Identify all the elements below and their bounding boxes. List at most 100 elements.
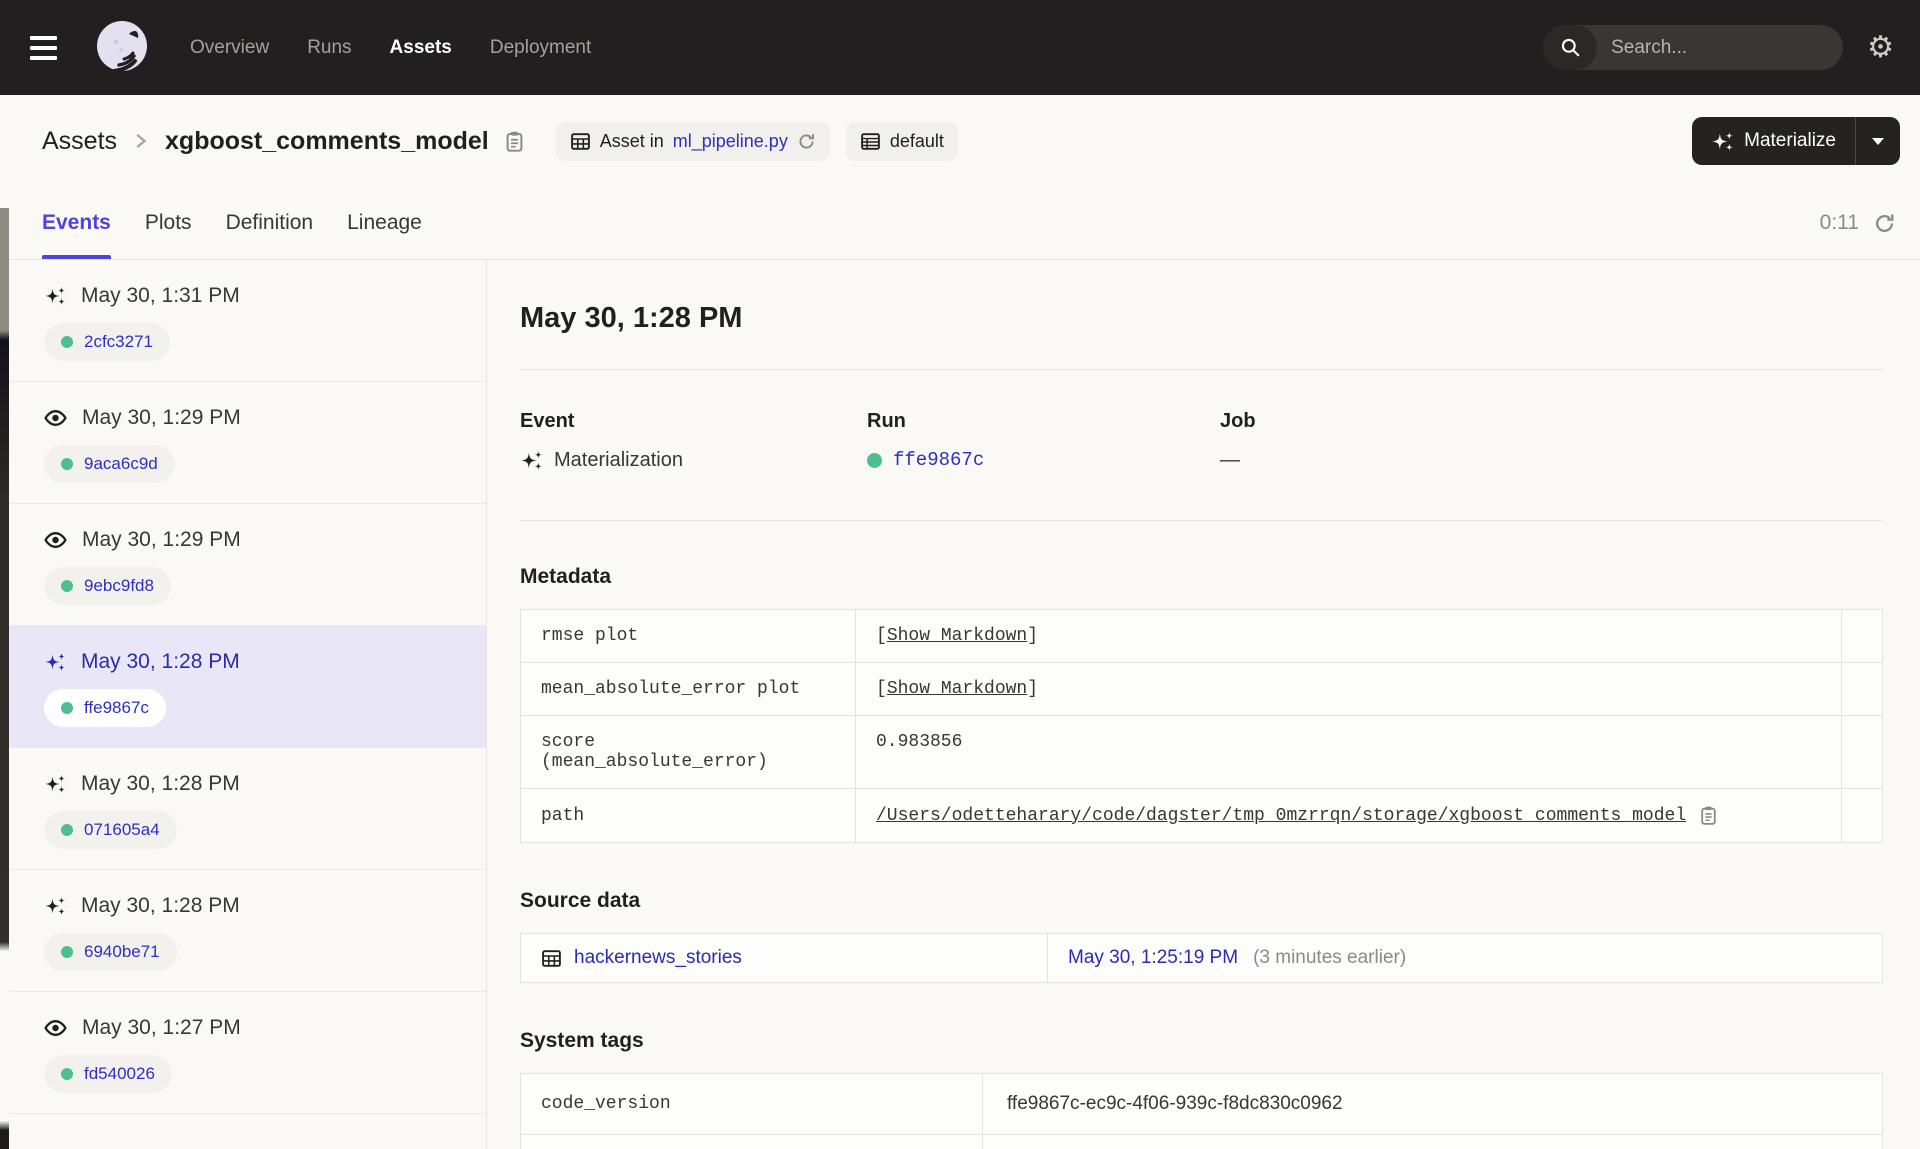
event-detail-title: May 30, 1:28 PM [520,302,743,334]
storage-path-link[interactable]: /Users/odetteharary/code/dagster/tmp_0mz… [876,806,1686,826]
event-list-item[interactable]: May 30, 1:28 PM 071605a4 [0,748,486,870]
asset-tabs-row: Events Plots Definition Lineage 0:11 [0,187,1920,260]
job-column-header: Job [1220,410,1256,432]
run-id-link[interactable]: 2cfc3271 [84,332,153,352]
run-id-pill[interactable]: 2cfc3271 [44,323,170,361]
system-tags-heading: System tags [520,1029,644,1052]
table-row: score (mean_absolute_error) 0.983856 [520,715,1883,789]
pipeline-file-link[interactable]: ml_pipeline.py [673,131,788,152]
copy-path-icon[interactable] [1698,805,1719,826]
run-id-pill[interactable]: 9ebc9fd8 [44,567,171,605]
asset-group-pill[interactable]: default [845,121,958,161]
event-timestamp: May 30, 1:31 PM [81,284,240,307]
metadata-key: mean_absolute_error plot [520,662,856,716]
event-list-item-selected[interactable]: May 30, 1:28 PM ffe9867c [0,626,486,748]
refresh-icon[interactable] [1873,212,1896,235]
run-status-dot [61,824,73,836]
event-list-item[interactable]: May 30, 1:29 PM 9aca6c9d [0,382,486,504]
tab-definition[interactable]: Definition [226,187,314,259]
run-status-dot [61,1068,73,1080]
hamburger-menu-icon[interactable] [30,28,70,68]
search-bar[interactable]: / [1543,25,1844,70]
primary-nav: Overview Runs Assets Deployment [190,37,591,59]
reload-location-icon[interactable] [797,132,816,151]
run-column-header: Run [867,410,906,432]
table-row: code_version ffe9867c-ec9c-4f06-939c-f8d… [520,1073,1883,1135]
metadata-table: rmse plot [Show Markdown] mean_absolute_… [520,609,1883,843]
settings-gear-icon[interactable]: ⚙ [1867,32,1894,63]
source-timestamp-note: (3 minutes earlier) [1253,947,1407,968]
run-id-pill[interactable]: fd540026 [44,1055,172,1093]
run-id-link[interactable]: 9ebc9fd8 [84,576,154,596]
search-icon[interactable] [1543,25,1598,70]
run-id-link[interactable]: ffe9867c [893,449,984,471]
run-id-link[interactable]: ffe9867c [84,698,149,718]
run-id-link[interactable]: 6940be71 [84,942,160,962]
run-id-link[interactable]: 9aca6c9d [84,454,158,474]
chevron-down-icon [1872,137,1884,145]
event-list-item[interactable]: May 30, 1:29 PM 9ebc9fd8 [0,504,486,626]
system-tags-table: code_version ffe9867c-ec9c-4f06-939c-f8d… [520,1073,1883,1149]
show-markdown-link[interactable]: [Show Markdown] [876,679,1038,699]
run-id-pill[interactable]: 6940be71 [44,933,177,971]
asset-table-icon [541,948,562,969]
source-asset-link[interactable]: hackernews_stories [574,947,742,969]
run-id-pill[interactable]: 071605a4 [44,811,177,849]
metadata-heading: Metadata [520,565,612,588]
materialize-dropdown-button[interactable] [1856,117,1900,165]
breadcrumb-assets-link[interactable]: Assets [42,127,117,156]
event-timestamp: May 30, 1:29 PM [82,528,241,551]
run-id-link[interactable]: 071605a4 [84,820,160,840]
table-row: path /Users/odetteharary/code/dagster/tm… [520,788,1883,843]
materialize-button[interactable]: Materialize [1692,117,1855,165]
run-id-link[interactable]: fd540026 [84,1064,155,1084]
run-status-dot [61,336,73,348]
observation-icon [44,530,67,550]
tab-plots[interactable]: Plots [145,187,192,259]
dagster-logo[interactable] [92,18,152,78]
tab-events[interactable]: Events [42,187,111,259]
score-value: 0.983856 [876,732,963,752]
metadata-key: path [520,788,856,843]
event-timestamp: May 30, 1:28 PM [81,772,240,795]
nav-item-overview[interactable]: Overview [190,37,269,59]
event-type-value: Materialization [554,449,683,471]
nav-item-assets[interactable]: Assets [390,37,452,59]
nav-item-runs[interactable]: Runs [307,37,351,59]
materialize-label: Materialize [1744,130,1836,151]
materialization-icon [44,896,66,916]
breadcrumb-chevron-icon [131,131,151,151]
tab-lineage[interactable]: Lineage [347,187,422,259]
source-timestamp-link[interactable]: May 30, 1:25:19 PM [1068,947,1238,968]
show-markdown-link[interactable]: [Show Markdown] [876,626,1038,646]
run-id-pill[interactable]: 9aca6c9d [44,445,175,483]
asset-group-label: default [889,130,944,151]
materialization-icon [520,450,543,471]
event-detail-pane: May 30, 1:28 PM Event Materialization Ru… [487,260,1920,1149]
run-id-pill[interactable]: ffe9867c [44,689,166,727]
event-list-item[interactable]: May 30, 1:28 PM 6940be71 [0,870,486,992]
background-window-edge [0,208,9,1149]
run-status-dot [61,458,73,470]
copy-asset-name-icon[interactable] [503,130,526,153]
event-column-header: Event [520,410,575,432]
table-row: hackernews_stories May 30, 1:25:19 PM (3… [520,933,1883,983]
asset-definition-pill[interactable]: Asset in ml_pipeline.py [555,121,830,161]
search-input[interactable] [1597,36,1844,59]
run-status-dot [61,702,73,714]
event-list-item[interactable]: May 30, 1:27 PM fd540026 [0,992,486,1114]
system-tag-key: code_version [520,1073,983,1135]
asset-pill-prefix: Asset in [599,130,664,151]
observation-icon [44,1018,67,1038]
run-status-dot [61,580,73,592]
job-value: — [1220,449,1240,471]
event-timestamp: May 30, 1:28 PM [81,894,240,917]
table-row [520,1134,1883,1149]
asset-group-icon [860,131,881,152]
event-list-item[interactable]: May 30, 1:31 PM 2cfc3271 [0,260,486,382]
materialize-sparkle-icon [1712,131,1734,151]
materialize-split-button[interactable]: Materialize [1692,117,1900,165]
event-timestamp: May 30, 1:29 PM [82,406,241,429]
code-location-icon [570,131,591,152]
nav-item-deployment[interactable]: Deployment [490,37,591,59]
